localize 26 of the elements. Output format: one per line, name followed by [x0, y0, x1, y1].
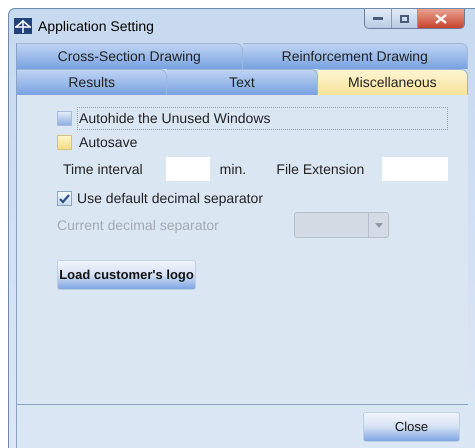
window-title: Application Setting — [38, 16, 154, 36]
file-extension-field[interactable] — [382, 157, 448, 181]
bridge-icon — [14, 18, 32, 34]
time-interval-field[interactable] — [166, 157, 210, 181]
checkbox[interactable] — [57, 110, 72, 126]
tab[interactable]: Results — [17, 69, 168, 95]
unit-label: min. — [220, 160, 248, 178]
checkbox-label: Use default decimal separator — [77, 189, 263, 208]
tab[interactable]: Reinforcement Drawing — [242, 43, 468, 69]
checkbox[interactable] — [57, 134, 72, 150]
tab[interactable]: Cross-Section Drawing — [17, 43, 242, 69]
file-extension-label: File Extension — [276, 160, 366, 178]
load-logo-button[interactable]: Load customer's logo — [57, 260, 196, 290]
maximize-button[interactable] — [392, 9, 418, 28]
dropdown-arrow-icon — [374, 222, 382, 228]
checkbox-label: Autosave — [78, 132, 138, 152]
checkmark-icon — [59, 194, 70, 204]
tab[interactable]: Miscellaneous — [318, 69, 468, 95]
close-button[interactable]: Close — [363, 412, 460, 442]
close-icon[interactable] — [418, 9, 464, 28]
minimize-button[interactable] — [365, 9, 392, 28]
time-interval-label: Time interval — [63, 160, 144, 178]
decimal-separator-label: Current decimal separator — [57, 216, 220, 235]
decimal-separator-dropdown[interactable] — [294, 212, 389, 238]
tab[interactable]: Text — [167, 69, 318, 95]
checkbox-label: Autohide the Unused Windows — [77, 106, 448, 130]
